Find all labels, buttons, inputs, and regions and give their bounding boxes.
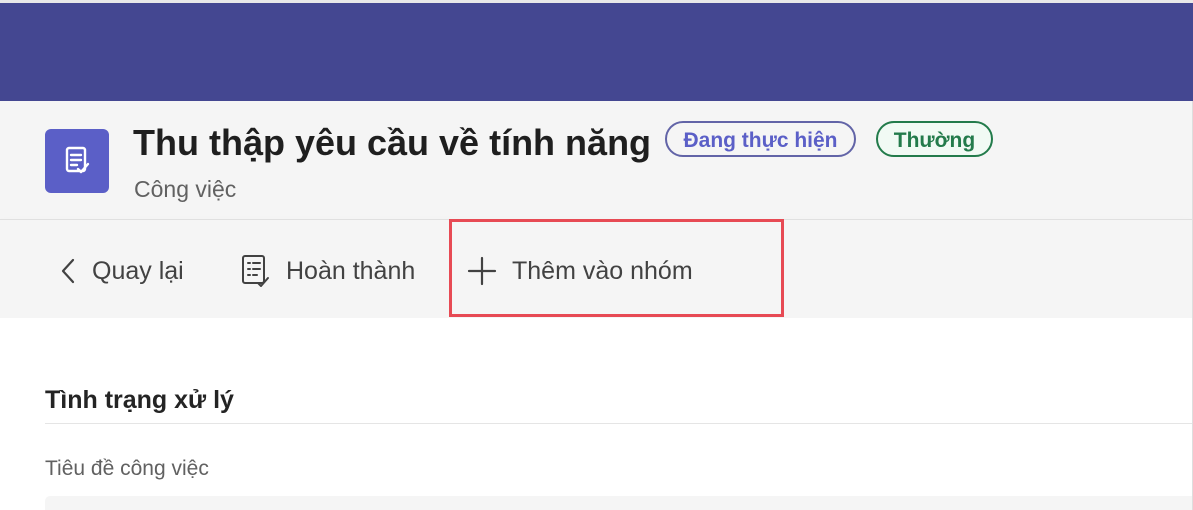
complete-button[interactable]: Hoàn thành: [238, 251, 415, 291]
priority-badge[interactable]: Thường: [876, 121, 993, 157]
add-to-group-label: Thêm vào nhóm: [512, 257, 693, 285]
chevron-left-icon: [61, 258, 75, 284]
task-title-field[interactable]: [45, 496, 1193, 510]
status-badge[interactable]: Đang thực hiện: [665, 121, 856, 157]
task-list-icon: [65, 146, 90, 174]
task-details: Tình trạng xử lý Tiêu đề công việc: [0, 318, 1193, 510]
task-toolbar: Quay lại Hoàn thành Thêm vào nhóm: [0, 220, 1193, 318]
task-subtitle: Công việc: [134, 176, 237, 202]
back-button-label: Quay lại: [92, 257, 184, 285]
add-to-group-button[interactable]: Thêm vào nhóm: [466, 251, 693, 291]
task-title-field-label: Tiêu đề công việc: [45, 457, 209, 480]
back-button[interactable]: Quay lại: [58, 251, 184, 291]
plus-icon: [467, 256, 497, 286]
section-title: Tình trạng xử lý: [45, 385, 234, 414]
complete-button-label: Hoàn thành: [286, 257, 416, 285]
checklist-icon: [242, 255, 269, 287]
task-title: Thu thập yêu cầu về tính năng: [133, 122, 652, 163]
top-app-bar: [0, 0, 1193, 101]
section-divider: [45, 423, 1193, 424]
teams-task-screen: Thu thập yêu cầu về tính năng Công việc …: [0, 0, 1193, 510]
task-header: Thu thập yêu cầu về tính năng Công việc …: [0, 101, 1193, 220]
task-app-tile: [45, 129, 109, 193]
